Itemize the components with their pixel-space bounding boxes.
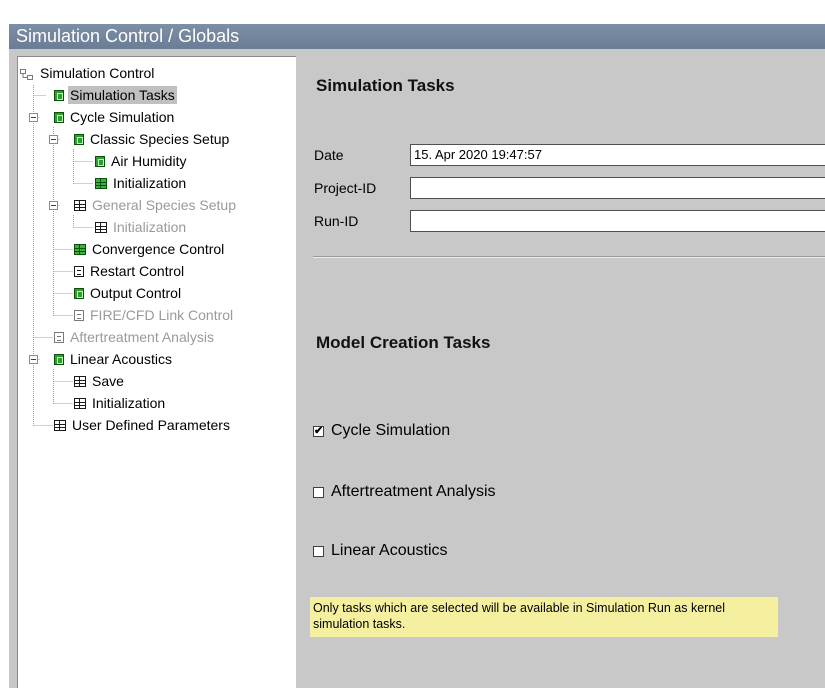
tree-root-icon <box>20 68 34 80</box>
green-task-icon <box>54 111 64 123</box>
table-icon <box>74 199 86 211</box>
date-field[interactable]: 15. Apr 2020 19:47:57 <box>410 144 825 166</box>
run-id-field[interactable] <box>410 210 825 232</box>
green-task-icon <box>74 287 84 299</box>
cycle-simulation-checkbox-row[interactable]: ✔ Cycle Simulation <box>313 422 450 440</box>
tree-item-user-defined-parameters[interactable]: User Defined Parameters <box>54 415 232 435</box>
table-icon <box>74 397 86 409</box>
aftertreatment-analysis-checkbox-row[interactable]: Aftertreatment Analysis <box>313 483 496 501</box>
tree-item-label: Restart Control <box>90 263 185 279</box>
green-task-icon <box>54 89 64 101</box>
project-id-field[interactable] <box>410 177 825 199</box>
tree-item-simulation-tasks[interactable]: Simulation Tasks <box>54 85 177 105</box>
tree-item-output-control[interactable]: Output Control <box>74 283 183 303</box>
form-icon <box>54 331 64 343</box>
tree-item-air-humidity[interactable]: Air Humidity <box>95 151 188 171</box>
tree-item-simulation-control[interactable]: Simulation Control <box>20 63 156 83</box>
green-task-icon <box>95 155 105 167</box>
tree-item-label: Linear Acoustics <box>70 351 172 367</box>
info-note: Only tasks which are selected will be av… <box>310 597 778 637</box>
tree-panel[interactable]: Simulation Control Simulation Tasks Cycl… <box>17 56 296 688</box>
tree-item-label: Air Humidity <box>111 153 187 169</box>
tree-item-label: Classic Species Setup <box>90 131 230 147</box>
collapse-toggle-linear-acoustics[interactable] <box>29 355 38 364</box>
project-id-label: Project-ID <box>314 180 377 196</box>
linear-acoustics-checkbox[interactable] <box>313 545 324 557</box>
tree-item-initialization[interactable]: Initialization <box>95 173 188 193</box>
green-task-icon <box>54 353 64 365</box>
collapse-toggle-general-species[interactable] <box>49 201 58 210</box>
tree-item-restart-control[interactable]: Restart Control <box>74 261 186 281</box>
green-table-icon <box>95 177 107 189</box>
tree-item-label: Simulation Control <box>40 65 155 81</box>
window-title: Simulation Control / Globals <box>9 24 825 49</box>
form-icon <box>74 309 84 321</box>
tree-item-linear-acoustics[interactable]: Linear Acoustics <box>54 349 174 369</box>
table-icon <box>54 419 66 431</box>
green-table-icon <box>74 243 86 255</box>
cycle-simulation-checkbox[interactable]: ✔ <box>313 425 324 437</box>
run-id-label: Run-ID <box>314 213 359 229</box>
collapse-toggle-classic-species[interactable] <box>49 135 58 144</box>
section-divider <box>313 256 825 258</box>
tree-item-label: Convergence Control <box>92 241 225 257</box>
tree-item-label: Output Control <box>90 285 182 301</box>
tree-item-general-species-setup[interactable]: General Species Setup <box>74 195 238 215</box>
model-creation-heading: Model Creation Tasks <box>316 333 491 352</box>
tree-item-cycle-simulation[interactable]: Cycle Simulation <box>54 107 176 127</box>
tree-item-label: Save <box>92 373 124 389</box>
tree-item-label: Initialization <box>113 175 187 191</box>
cycle-simulation-checkbox-label: Cycle Simulation <box>331 422 451 439</box>
tree-item-initialization[interactable]: Initialization <box>95 217 188 237</box>
table-icon <box>95 221 107 233</box>
tree-item-label: User Defined Parameters <box>72 417 230 433</box>
tree-item-save[interactable]: Save <box>74 371 126 391</box>
tree-item-label: Aftertreatment Analysis <box>70 329 214 345</box>
collapse-toggle-cycle-simulation[interactable] <box>29 113 38 122</box>
tree-item-label: Simulation Tasks <box>68 86 177 104</box>
tree-item-classic-species-setup[interactable]: Classic Species Setup <box>74 129 231 149</box>
aftertreatment-analysis-checkbox-label: Aftertreatment Analysis <box>331 483 496 500</box>
green-task-icon <box>74 133 84 145</box>
tree-item-aftertreatment-analysis[interactable]: Aftertreatment Analysis <box>54 327 216 347</box>
linear-acoustics-checkbox-row[interactable]: Linear Acoustics <box>313 542 448 560</box>
linear-acoustics-checkbox-label: Linear Acoustics <box>331 542 448 559</box>
date-label: Date <box>314 147 344 163</box>
tree-item-fire-cfd-link-control[interactable]: FIRE/CFD Link Control <box>74 305 235 325</box>
tree-item-label: Initialization <box>113 219 187 235</box>
tree-item-initialization[interactable]: Initialization <box>74 393 167 413</box>
simulation-tasks-heading: Simulation Tasks <box>316 76 455 95</box>
table-icon <box>74 375 86 387</box>
tree-item-convergence-control[interactable]: Convergence Control <box>74 239 226 259</box>
aftertreatment-analysis-checkbox[interactable] <box>313 486 324 498</box>
tree-item-label: FIRE/CFD Link Control <box>90 307 234 323</box>
tree-item-label: Initialization <box>92 395 166 411</box>
tree-item-label: General Species Setup <box>92 197 236 213</box>
form-icon <box>74 265 84 277</box>
tree-item-label: Cycle Simulation <box>70 109 175 125</box>
